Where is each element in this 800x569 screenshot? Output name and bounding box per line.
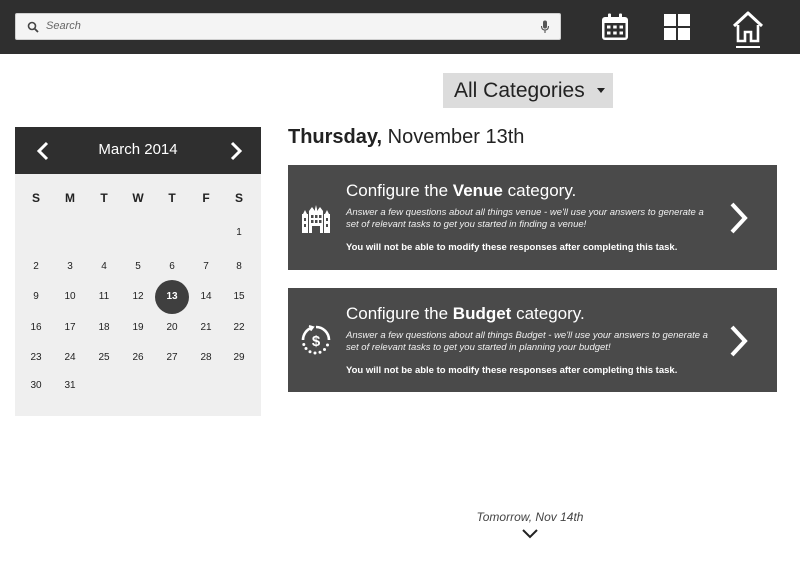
next-day-label[interactable]: Tomorrow, Nov 14th (430, 510, 630, 524)
caret-down-icon (597, 88, 605, 93)
calendar-day[interactable]: 12 (121, 280, 155, 314)
venue-building-icon (302, 205, 330, 233)
chevron-down-icon[interactable] (521, 528, 539, 539)
calendar-day[interactable]: 25 (87, 341, 121, 375)
calendar-day[interactable]: 1 (222, 216, 256, 250)
day-date: November 13th (382, 126, 525, 148)
home-icon[interactable] (731, 10, 765, 44)
microphone-icon[interactable] (540, 20, 550, 34)
calendar-day[interactable]: 26 (121, 341, 155, 375)
budget-dollar-icon: $ (301, 325, 331, 355)
category-dropdown-label: All Categories (454, 79, 585, 102)
calendar-day[interactable]: 11 (87, 280, 121, 314)
search-input[interactable]: Search (46, 20, 81, 32)
weekday-header: T (100, 191, 108, 205)
calendar-month-title: March 2014 (98, 141, 178, 158)
calendar-day[interactable]: 4 (87, 250, 121, 284)
search-field[interactable]: Search (15, 13, 561, 40)
task-card-budget[interactable]: $ Configure the Budget category. Answer … (288, 288, 777, 392)
mini-calendar: March 2014 S M T W T F S 1 2 3 4 5 6 7 8 9 10 11 12 13 14 15 1… (15, 127, 261, 416)
task-note: You will not be able to modify these res… (346, 242, 678, 253)
calendar-day[interactable]: 19 (121, 311, 155, 345)
day-heading: Thursday, November 13th (288, 126, 524, 149)
calendar-day[interactable]: 7 (189, 250, 223, 284)
weekday-header: S (31, 191, 40, 205)
calendar-day[interactable]: 6 (155, 250, 189, 284)
calendar-day[interactable]: 3 (53, 250, 87, 284)
calendar-day[interactable]: 30 (19, 369, 53, 403)
weekday-header: S (234, 191, 243, 205)
day-weekday: Thursday, (288, 126, 383, 148)
calendar-day[interactable]: 14 (189, 280, 223, 314)
calendar-day[interactable]: 10 (53, 280, 87, 314)
calendar-day[interactable]: 9 (19, 280, 53, 314)
svg-text:$: $ (312, 333, 321, 350)
calendar-day[interactable]: 18 (87, 311, 121, 345)
calendar-day[interactable]: 31 (53, 369, 87, 403)
chevron-right-icon[interactable] (226, 140, 246, 162)
calendar-day[interactable]: 27 (155, 341, 189, 375)
calendar-icon[interactable] (600, 12, 630, 42)
active-nav-indicator (736, 46, 760, 48)
weekday-header: W (132, 191, 144, 205)
calendar-day[interactable]: 28 (189, 341, 223, 375)
task-title: Configure the Budget category. (346, 304, 585, 323)
category-dropdown[interactable]: All Categories (443, 73, 613, 108)
weekday-header: T (168, 191, 176, 205)
task-title: Configure the Venue category. (346, 181, 577, 200)
calendar-day[interactable]: 5 (121, 250, 155, 284)
task-note: You will not be able to modify these res… (346, 365, 678, 376)
chevron-right-icon[interactable] (728, 324, 750, 358)
task-description: Answer a few questions about all things … (346, 207, 704, 230)
calendar-day[interactable]: 8 (222, 250, 256, 284)
calendar-day[interactable]: 22 (222, 311, 256, 345)
weekday-header: M (65, 191, 75, 205)
calendar-day-selected[interactable]: 13 (155, 280, 189, 314)
calendar-day[interactable]: 17 (53, 311, 87, 345)
task-description: Answer a few questions about all things … (346, 330, 708, 353)
search-icon (27, 21, 39, 33)
chevron-right-icon[interactable] (728, 201, 750, 235)
grid-icon[interactable] (662, 12, 692, 42)
task-card-venue[interactable]: Configure the Venue category. Answer a f… (288, 165, 777, 270)
calendar-day[interactable]: 2 (19, 250, 53, 284)
calendar-header: March 2014 (15, 127, 261, 174)
top-bar: Search (0, 0, 800, 54)
calendar-day[interactable]: 16 (19, 311, 53, 345)
weekday-header: F (202, 191, 210, 205)
calendar-day[interactable]: 29 (222, 341, 256, 375)
calendar-day[interactable]: 20 (155, 311, 189, 345)
calendar-day[interactable]: 21 (189, 311, 223, 345)
calendar-day[interactable]: 15 (222, 280, 256, 314)
